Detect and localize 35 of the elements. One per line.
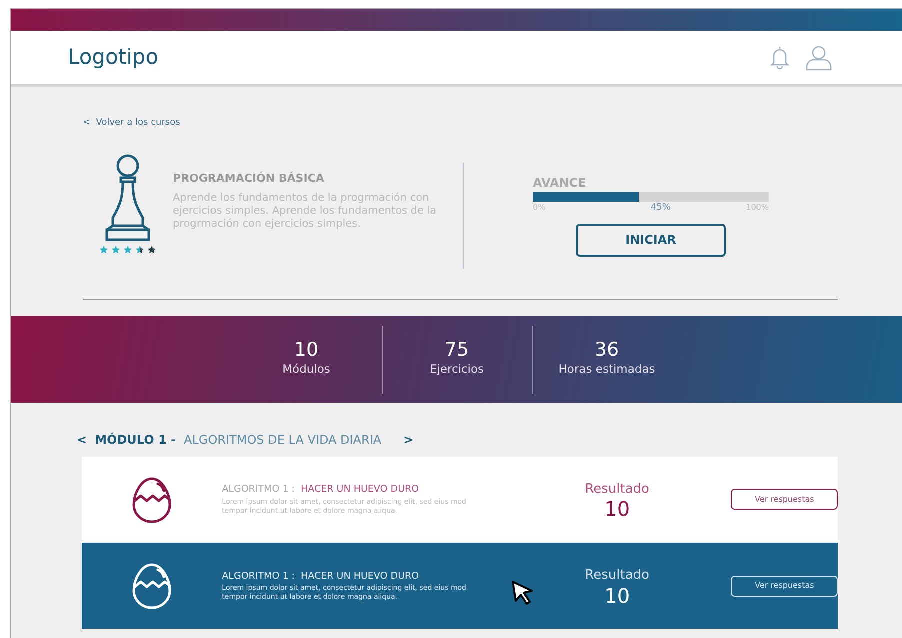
result-value: 10 — [604, 586, 630, 606]
progress-label: AVANCE — [533, 175, 588, 192]
notification-bell-icon[interactable] — [770, 46, 790, 70]
module-number: MÓDULO 1 - — [95, 432, 176, 449]
cracked-egg-icon — [132, 563, 172, 609]
stat-label: Ejercicios — [430, 361, 484, 378]
previous-module-arrow[interactable]: < — [77, 431, 88, 449]
stat-value: 36 — [594, 340, 620, 362]
logo[interactable]: Logotipo — [68, 42, 159, 74]
back-link[interactable]: < Volver a los cursos — [83, 117, 180, 130]
star-icon — [148, 246, 156, 254]
course-title: PROGRAMACIÓN BÁSICA — [173, 171, 326, 187]
exercise-title: ALGORITMO 1 : HACER UN HUEVO DURO — [222, 570, 420, 584]
cracked-egg-icon — [132, 476, 172, 522]
star-icon — [112, 246, 120, 254]
view-answers-button[interactable]: Ver respuestas — [731, 489, 838, 510]
next-module-arrow[interactable]: > — [404, 431, 414, 449]
view-answers-button[interactable]: Ver respuestas — [731, 576, 838, 596]
start-button[interactable]: INICIAR — [576, 224, 726, 256]
star-icon — [100, 246, 108, 254]
star-icon — [124, 246, 132, 254]
stat-label: Horas estimadas — [558, 361, 656, 378]
progress-value: 45% — [650, 202, 671, 215]
result-label: Resultado — [585, 480, 650, 499]
mouse-cursor-icon — [512, 581, 534, 605]
stat-value: 75 — [444, 340, 470, 362]
module-title: ALGORITMOS DE LA VIDA DIARIA — [184, 432, 382, 449]
user-icon[interactable] — [806, 44, 832, 70]
exercise-title: ALGORITMO 1 : HACER UN HUEVO DURO — [222, 483, 420, 498]
stat-label: Módulos — [282, 361, 330, 378]
stat-value: 10 — [294, 340, 319, 362]
result-value: 10 — [604, 499, 630, 520]
result-label: Resultado — [585, 567, 650, 586]
chess-pawn-icon — [103, 154, 153, 242]
star-icon — [136, 246, 144, 254]
